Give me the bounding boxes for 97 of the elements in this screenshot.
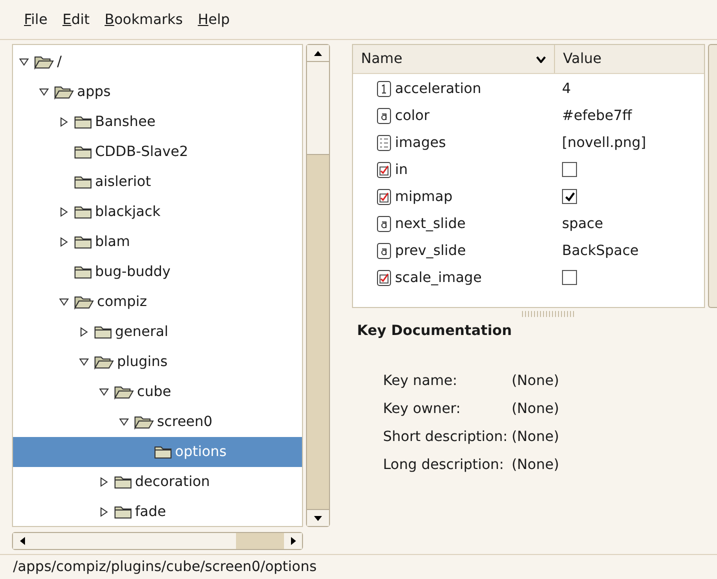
tree-item[interactable]: decoration — [135, 474, 210, 490]
right-arrow-icon — [290, 537, 296, 545]
expander-down-icon[interactable] — [99, 388, 109, 396]
left-arrow-icon — [20, 537, 24, 545]
column-header[interactable]: Value — [555, 45, 704, 73]
folder-icon — [74, 204, 92, 220]
folder-icon — [114, 474, 132, 490]
open-folder-icon — [134, 414, 154, 430]
scrollbar[interactable] — [306, 44, 330, 527]
field-value: (None) — [512, 456, 560, 475]
scrollbar[interactable] — [12, 532, 303, 550]
key-value: [novell.png] — [562, 134, 646, 150]
string-type-icon — [377, 108, 391, 124]
tree-item[interactable]: Banshee — [95, 114, 156, 130]
list-type-icon — [377, 134, 391, 150]
key-name: in — [395, 162, 408, 178]
tree-item[interactable]: compiz — [97, 294, 148, 310]
folder-icon — [74, 144, 92, 160]
column-header[interactable]: Name — [353, 45, 555, 73]
field-value: (None) — [512, 428, 560, 447]
scroll-right-button[interactable] — [284, 533, 302, 549]
expander-right-icon[interactable] — [60, 237, 68, 247]
pane-grip[interactable] — [522, 311, 574, 317]
key-value: space — [562, 216, 604, 232]
menu-item[interactable]: Edit — [62, 12, 90, 28]
integer-type-icon — [377, 80, 391, 96]
field-value: (None) — [512, 372, 560, 391]
expander-right-icon[interactable] — [100, 507, 108, 517]
status-bar: /apps/compiz/plugins/cube/screen0/options — [0, 554, 717, 579]
tree-item[interactable]: aisleriot — [95, 174, 151, 190]
key-name: scale_image — [395, 270, 482, 286]
tree-item[interactable]: general — [115, 324, 168, 340]
open-folder-icon — [54, 84, 74, 100]
tree-item[interactable]: apps — [77, 84, 111, 100]
field-label: Key name: — [383, 372, 458, 391]
scroll-up-button[interactable] — [307, 45, 329, 62]
checkbox[interactable] — [562, 270, 577, 286]
tree-item[interactable]: CDDB-Slave2 — [95, 144, 188, 160]
field-label: Long description: — [383, 456, 505, 475]
scrollbar-thumb[interactable] — [31, 533, 236, 549]
open-folder-icon — [94, 354, 114, 370]
key-name: prev_slide — [395, 242, 466, 258]
key-name: mipmap — [395, 188, 453, 204]
expander-right-icon[interactable] — [80, 327, 88, 337]
menu-item[interactable]: Help — [198, 12, 230, 28]
folder-icon — [94, 324, 112, 340]
open-folder-icon — [34, 54, 54, 70]
key-name: images — [395, 134, 446, 150]
key-value: #efebe7ff — [562, 108, 632, 124]
up-arrow-icon — [314, 50, 322, 56]
expander-down-icon[interactable] — [19, 58, 29, 66]
tree-item[interactable]: bug-buddy — [95, 264, 171, 280]
expander-right-icon[interactable] — [60, 207, 68, 217]
tree-item[interactable]: cube — [137, 384, 172, 400]
tree-item[interactable]: fade — [135, 504, 166, 520]
scrollbar-thumb[interactable] — [307, 62, 329, 155]
tree-item[interactable]: plugins — [117, 354, 168, 370]
expander-down-icon[interactable] — [59, 298, 69, 306]
string-type-icon — [377, 216, 391, 232]
folder-icon — [74, 234, 92, 250]
string-type-icon — [377, 242, 391, 258]
scroll-left-button[interactable] — [13, 533, 31, 549]
folder-icon — [74, 264, 92, 280]
menu-item[interactable]: Bookmarks — [104, 12, 183, 28]
tree-item[interactable]: / — [57, 54, 62, 70]
tree-item[interactable]: blackjack — [95, 204, 160, 220]
key-name: next_slide — [395, 216, 466, 232]
tree-item[interactable]: blam — [95, 234, 130, 250]
key-value: BackSpace — [562, 242, 639, 258]
folder-icon — [74, 174, 92, 190]
boolean-type-icon — [377, 270, 391, 286]
open-folder-icon — [74, 294, 94, 310]
field-label: Short description: — [383, 428, 508, 447]
section-title: Key Documentation — [356, 323, 513, 339]
checkbox[interactable] — [562, 189, 577, 204]
field-label: Key owner: — [383, 400, 462, 419]
expander-down-icon[interactable] — [79, 358, 89, 366]
boolean-type-icon — [377, 188, 391, 204]
field-value: (None) — [512, 400, 560, 419]
checkbox[interactable] — [562, 162, 577, 178]
tree-item[interactable]: screen0 — [157, 414, 212, 430]
key-name: color — [395, 108, 430, 124]
menu-item[interactable]: File — [24, 12, 48, 28]
folder-icon — [114, 504, 132, 520]
down-arrow-icon — [314, 516, 322, 520]
expander-down-icon[interactable] — [119, 418, 129, 426]
expander-right-icon[interactable] — [60, 117, 68, 127]
boolean-type-icon — [377, 162, 391, 178]
key-name: acceleration — [395, 80, 482, 96]
open-folder-icon — [114, 384, 134, 400]
scroll-down-button[interactable] — [307, 509, 329, 526]
folder-icon — [74, 114, 92, 130]
key-value: 4 — [562, 80, 571, 96]
folder-icon — [154, 444, 172, 460]
scrollbar[interactable] — [708, 44, 717, 308]
expander-down-icon[interactable] — [39, 88, 49, 96]
expander-right-icon[interactable] — [100, 477, 108, 487]
